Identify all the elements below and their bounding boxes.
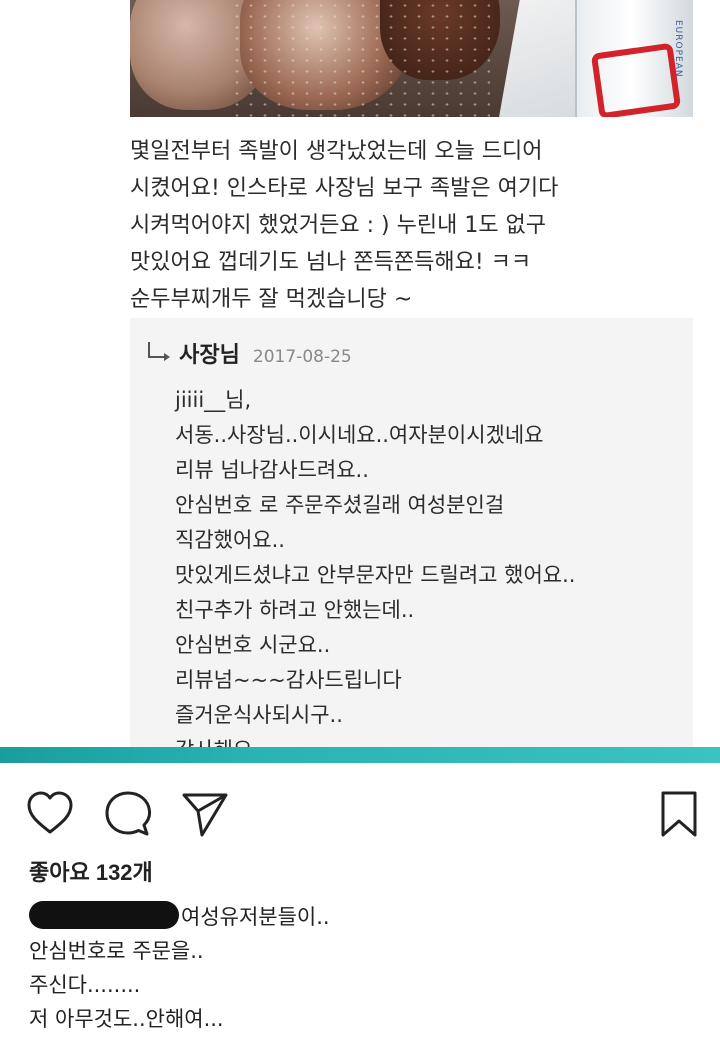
review-line: 시켰어요! 인스타로 사장님 보구 족발은 여기다 <box>130 176 559 201</box>
customer-review: 몇일전부터 족발이 생각났었는데 오늘 드디어 시켰어요! 인스타로 사장님 보… <box>130 133 690 318</box>
caption-line: 저 아무것도..안해여... <box>29 1007 224 1031</box>
sesame-seeds <box>230 0 490 117</box>
caption-line: 안심번호로 주문을.. <box>29 939 204 963</box>
reply-line: 리뷰넘~~~감사드립니다 <box>175 668 402 692</box>
post-caption: 여성유저분들이.. 안심번호로 주문을.. 주신다........ 저 아무것도… <box>29 900 709 1036</box>
reply-date: 2017-08-25 <box>252 347 352 367</box>
review-line: 맛있어요 껍데기도 넘나 쫀득쫀득해요! ㅋㅋ <box>130 250 532 275</box>
food-photo: EUROPEAN <box>130 0 693 117</box>
reply-arrow-icon <box>148 342 170 361</box>
reply-line: 안심번호 로 주문주셨길래 여성분인걸 <box>175 493 505 517</box>
caption-text: 여성유저분들이.. <box>181 905 330 929</box>
can-logo <box>590 42 682 117</box>
reply-line: 친구추가 하려고 안했는데.. <box>175 598 415 622</box>
drink-can: EUROPEAN <box>575 0 693 117</box>
reply-line: 서동..사장님..이시네요..여자분이시겠네요 <box>175 423 544 447</box>
post-image[interactable]: EUROPEAN 몇일전부터 족발이 생각났었는데 오늘 드디어 시켰어요! 인… <box>0 0 720 748</box>
image-carousel-divider <box>0 747 720 763</box>
owner-reply-body: jiiii__님, 서동..사장님..이시네요..여자분이시겠네요 리뷰 넘나감… <box>175 383 575 748</box>
review-line: 몇일전부터 족발이 생각났었는데 오늘 드디어 <box>130 139 543 164</box>
send-icon[interactable] <box>180 789 230 839</box>
likes-count[interactable]: 좋아요 132개 <box>29 855 153 891</box>
comment-icon[interactable] <box>103 789 153 839</box>
post-action-bar <box>0 783 720 843</box>
owner-reply-box: 사장님 2017-08-25 jiiii__님, 서동..사장님..이시네요..… <box>130 318 693 748</box>
reply-line: 즐거운식사되시구.. <box>175 703 343 727</box>
reply-line: 리뷰 넘나감사드려요.. <box>175 458 369 482</box>
reply-line: 안심번호 시군요.. <box>175 633 331 657</box>
caption-line: 여성유저분들이.. <box>29 900 709 934</box>
reply-line: 직감했어요.. <box>175 528 285 552</box>
redacted-username[interactable] <box>29 901 179 929</box>
reply-line: 감사해요~~~~~~ <box>175 733 575 748</box>
heart-icon[interactable] <box>25 789 75 839</box>
caption-line: 주신다........ <box>29 973 141 997</box>
owner-reply-header: 사장님 2017-08-25 <box>148 340 352 370</box>
can-brand-text: EUROPEAN <box>673 20 683 78</box>
reply-author: 사장님 <box>179 342 240 367</box>
bookmark-icon[interactable] <box>654 789 704 839</box>
reply-line: 맛있게드셨냐고 안부문자만 드릴려고 했어요.. <box>175 563 576 587</box>
reply-line: jiiii__님, <box>175 388 252 412</box>
review-line: 시켜먹어야지 했었거든요 : ) 누린내 1도 없구 <box>130 213 547 238</box>
review-line: 순두부찌개두 잘 먹겠습니당 ~ <box>130 287 413 312</box>
